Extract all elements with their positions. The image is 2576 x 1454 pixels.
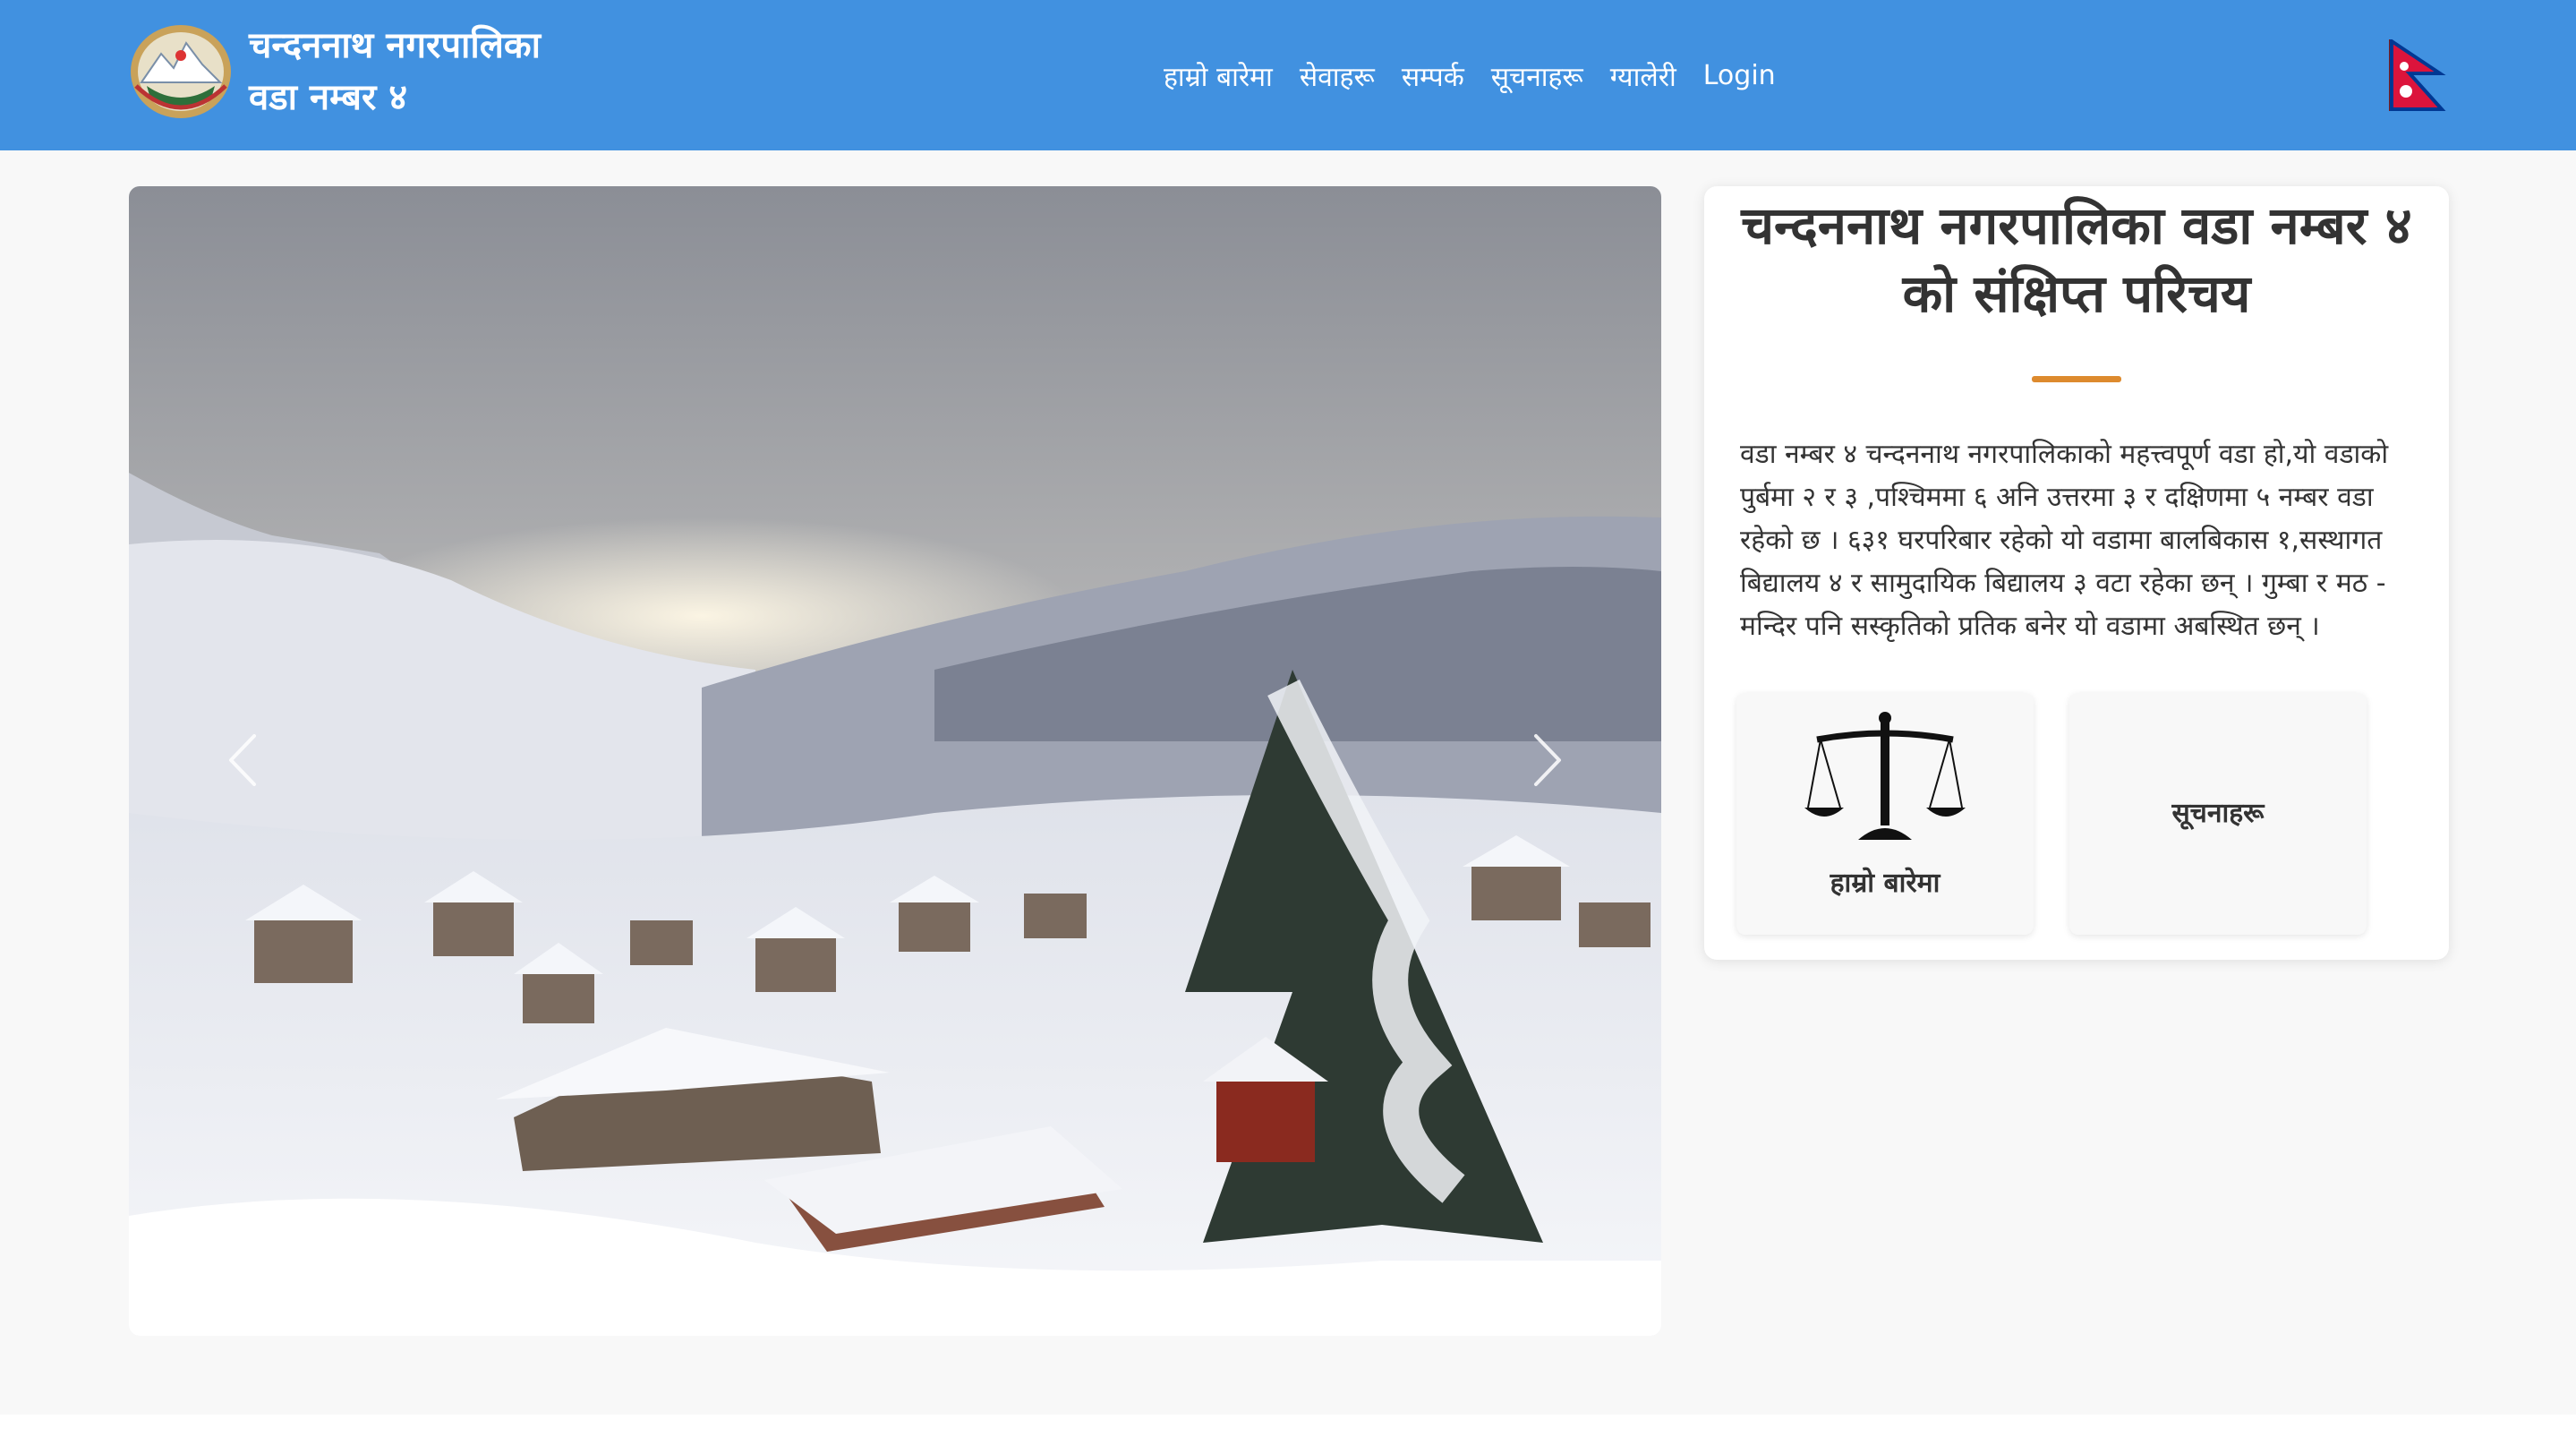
nav-link-notices[interactable]: सूचनाहरू	[1491, 57, 1583, 94]
main-nav: हाम्रो बारेमा सेवाहरू सम्पर्क सूचनाहरू ग…	[1164, 50, 1776, 100]
intro-description: वडा नम्बर ४ चन्दननाथ नगरपालिकाको महत्त्व…	[1740, 439, 2389, 642]
municipality-emblem-icon[interactable]	[129, 23, 233, 120]
brand-ward-name: वडा नम्बर ४	[249, 77, 408, 118]
about-us-tile-label: हाम्रो बारेमा	[1830, 868, 1941, 899]
main-content: चन्दननाथ नगरपालिका वडा नम्बर ४ को संक्षि…	[0, 150, 2576, 1415]
nav-link-contact[interactable]: सम्पर्क	[1402, 57, 1464, 94]
nav-link-login[interactable]: Login	[1703, 60, 1776, 91]
nav-link-gallery[interactable]: ग्यालेरी	[1610, 57, 1676, 94]
intro-title: चन्दननाथ नगरपालिका वडा नम्बर ४ को संक्षि…	[1741, 195, 2412, 324]
nav-link-about[interactable]: हाम्रो बारेमा	[1164, 57, 1273, 94]
nepal-flag-icon	[2389, 39, 2446, 111]
scales-of-justice-icon	[1804, 712, 1966, 840]
brand-municipality-name: चन्दननाथ नगरपालिका	[249, 25, 541, 66]
about-us-tile[interactable]: हाम्रो बारेमा	[1736, 693, 2034, 935]
carousel-next-button[interactable]	[1516, 720, 1579, 800]
title-divider	[2032, 376, 2121, 382]
notices-tile-label: सूचनाहरू	[2171, 798, 2265, 829]
snowy-village-photo	[129, 186, 1661, 1336]
nav-link-services[interactable]: सेवाहरू	[1300, 57, 1375, 94]
image-carousel[interactable]	[129, 186, 1661, 1336]
top-navbar: चन्दननाथ नगरपालिका वडा नम्बर ४ हाम्रो बा…	[0, 0, 2576, 150]
intro-card: चन्दननाथ नगरपालिका वडा नम्बर ४ को संक्षि…	[1704, 186, 2449, 960]
notices-tile[interactable]: सूचनाहरू	[2069, 693, 2367, 935]
carousel-prev-button[interactable]	[211, 720, 274, 800]
brand-title[interactable]: चन्दननाथ नगरपालिका वडा नम्बर ४	[249, 20, 541, 124]
